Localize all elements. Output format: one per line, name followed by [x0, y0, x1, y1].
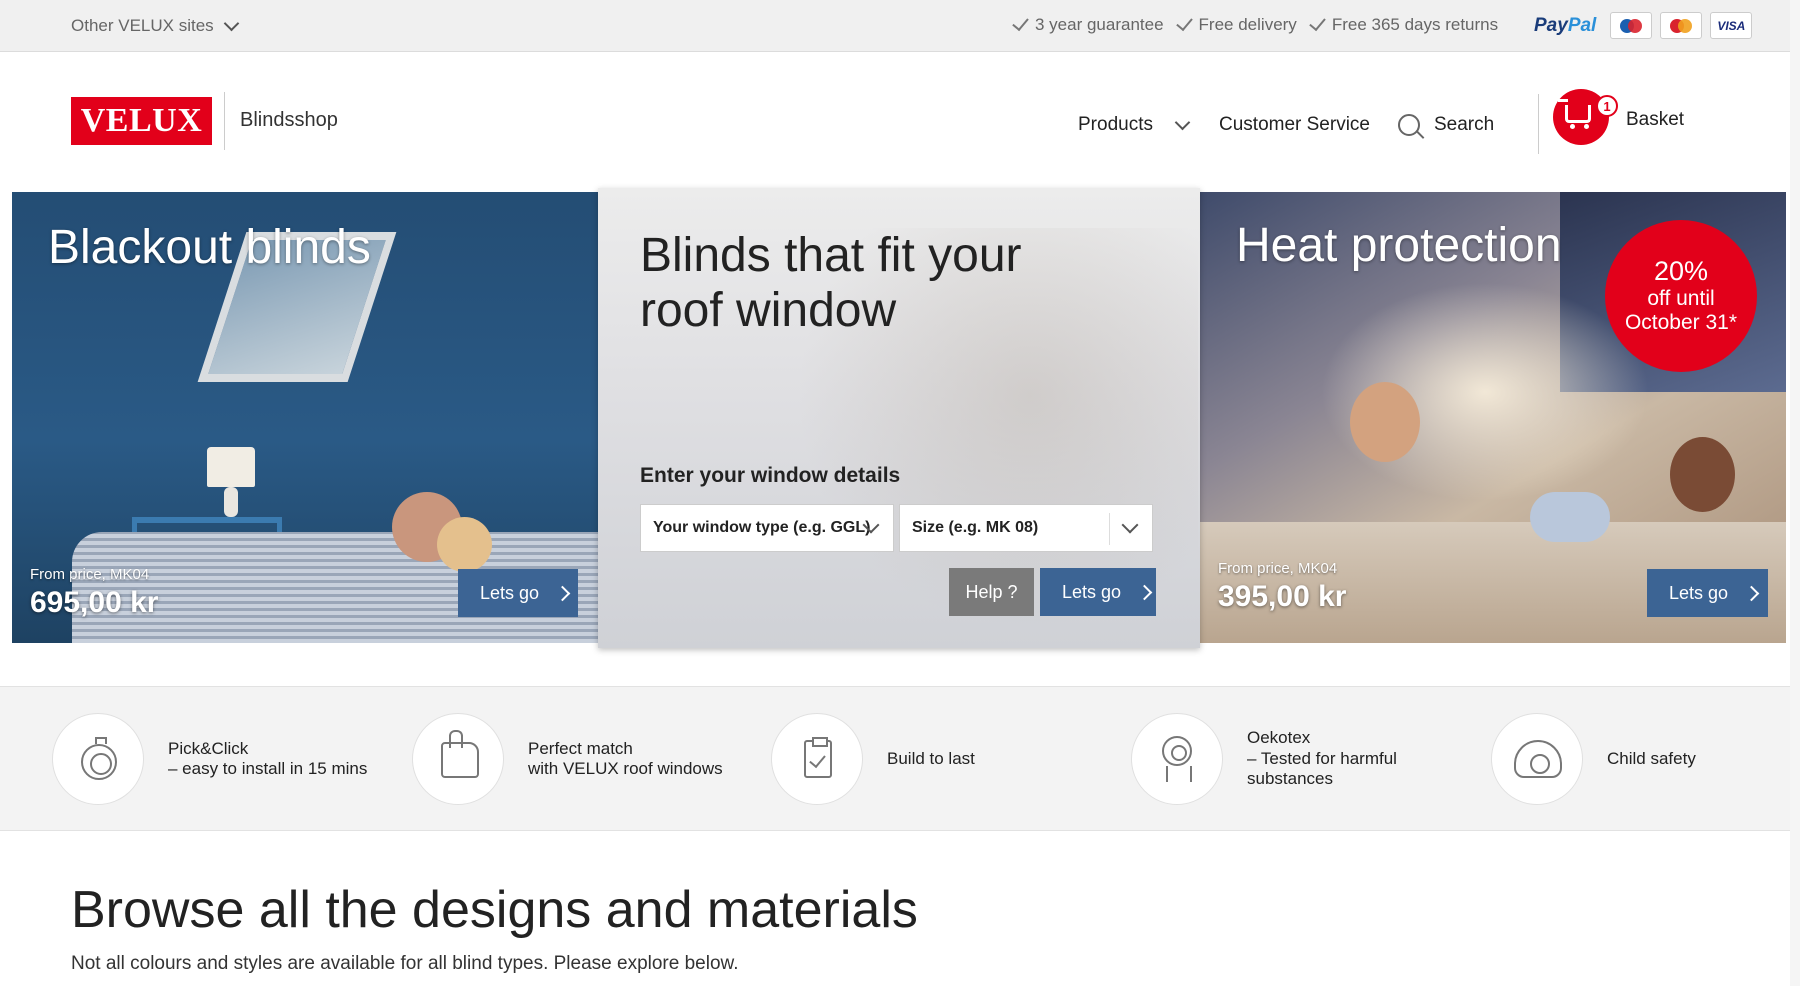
cart-icon [1558, 99, 1591, 129]
browse-subtitle: Not all colours and styles are available… [71, 953, 739, 974]
living-room-photo-mother [1350, 382, 1420, 462]
select-divider [1109, 513, 1110, 545]
feature-line: substances [1247, 769, 1333, 789]
chevron-down-icon [223, 15, 239, 31]
usp-label: Free delivery [1198, 15, 1297, 34]
chevron-right-icon [1136, 584, 1153, 600]
thumbs-up-icon [441, 730, 479, 778]
other-sites-dropdown[interactable]: Other VELUX sites [71, 15, 239, 36]
basket-divider [1538, 94, 1539, 154]
feature-line: Perfect match [528, 738, 633, 758]
award-icon [1162, 736, 1192, 782]
payment-methods: Pay Pal VISA [1534, 12, 1753, 39]
checkmark-icon [1012, 13, 1029, 32]
feature-child-safety: Child safety [1491, 713, 1696, 805]
heat-price-label: From price, MK04 [1218, 560, 1338, 577]
nav-search-label: Search [1434, 114, 1495, 135]
child-icon [1514, 740, 1562, 778]
blackout-price-label: From price, MK04 [30, 566, 150, 583]
window-size-select[interactable]: Size (e.g. MK 08) [899, 504, 1153, 552]
search-icon [1398, 114, 1420, 136]
window-type-select[interactable]: Your window type (e.g. GGL) [640, 504, 894, 552]
heat-price: 395,00 kr [1218, 580, 1347, 613]
mastercard-icon [1660, 12, 1703, 39]
paypal-logo: Pay Pal [1534, 15, 1596, 37]
nav-products[interactable]: Products [1078, 114, 1191, 136]
feature-line: Child safety [1607, 748, 1696, 768]
window-size-select-value: Size (e.g. MK 08) [912, 519, 1039, 536]
feature-strip: Pick&Click – easy to install in 15 mins … [0, 686, 1800, 831]
visa-card-icon: VISA [1710, 12, 1753, 39]
help-button[interactable]: Help ? [949, 568, 1034, 616]
window-type-select-value: Your window type (e.g. GGL) [653, 519, 871, 536]
window-finder-subtitle: Enter your window details [640, 464, 901, 487]
nav-products-label: Products [1078, 114, 1153, 135]
feature-build-to-last: Build to last [771, 713, 975, 805]
velux-logo[interactable]: VELUX [71, 97, 212, 145]
nav-search[interactable]: Search [1398, 114, 1494, 136]
usp-list: 3 year guarantee Free delivery Free 365 … [1012, 13, 1499, 35]
discount-line2: October 31* [1624, 310, 1738, 334]
blackout-title: Blackout blinds [48, 221, 371, 274]
top-bar: Other VELUX sites 3 year guarantee Free … [0, 0, 1800, 52]
window-finder-lets-go-button[interactable]: Lets go [1040, 568, 1156, 616]
nav-customer-service-label: Customer Service [1219, 114, 1370, 135]
usp-delivery: Free delivery [1175, 13, 1297, 35]
hero-window-finder: Blinds that fit your roof window Enter y… [598, 188, 1200, 648]
logo-divider [224, 92, 225, 150]
basket-label[interactable]: Basket [1626, 109, 1684, 131]
discount-percent: 20% [1653, 256, 1709, 287]
feature-oekotex: Oekotex – Tested for harmful substances [1131, 713, 1397, 805]
lets-go-label: Lets go [480, 582, 540, 603]
bedroom-photo-child [437, 517, 492, 572]
maestro-card-icon [1610, 12, 1653, 39]
lets-go-label: Lets go [1669, 582, 1729, 603]
site-header: VELUX Blindsshop Products Customer Servi… [0, 52, 1800, 192]
blackout-lets-go-button[interactable]: Lets go [458, 569, 578, 617]
hero-blackout-blinds[interactable]: Blackout blinds From price, MK04 695,00 … [12, 192, 598, 643]
discount-badge: 20% off until October 31* [1605, 220, 1757, 372]
stopwatch-icon [81, 737, 117, 780]
living-room-photo-baby [1530, 492, 1610, 542]
basket-count-badge: 1 [1596, 95, 1618, 117]
chevron-right-icon [554, 585, 571, 601]
paypal-logo-pay: Pay [1534, 14, 1568, 36]
clipboard-check-icon [804, 737, 832, 778]
feature-line: Build to last [887, 748, 975, 768]
lets-go-label: Lets go [1062, 581, 1122, 602]
checkmark-icon [1175, 13, 1193, 32]
chevron-down-icon [1121, 516, 1139, 534]
usp-label: Free 365 days returns [1331, 15, 1499, 34]
heat-lets-go-button[interactable]: Lets go [1647, 569, 1768, 617]
discount-line1: off until [1647, 286, 1715, 310]
feature-line: – easy to install in 15 mins [168, 759, 368, 778]
chevron-right-icon [1743, 585, 1760, 601]
bedroom-photo-lamp [207, 447, 255, 487]
browse-title: Browse all the designs and materials [71, 881, 918, 939]
living-room-photo-father [1670, 437, 1735, 512]
heat-title: Heat protection [1236, 219, 1562, 272]
shop-name: Blindsshop [240, 109, 338, 131]
feature-line: with VELUX roof windows [528, 759, 723, 778]
feature-line: Pick&Click [168, 738, 249, 758]
nav-customer-service[interactable]: Customer Service [1219, 114, 1370, 136]
feature-line: Oekotex [1247, 728, 1311, 748]
chevron-down-icon [1174, 114, 1191, 130]
blackout-price: 695,00 kr [30, 586, 159, 619]
usp-label: 3 year guarantee [1035, 15, 1164, 34]
paypal-logo-pal: Pal [1567, 14, 1597, 36]
feature-pick-click: Pick&Click – easy to install in 15 mins [52, 713, 367, 805]
page-scrollbar[interactable] [1790, 0, 1800, 986]
window-finder-title: Blinds that fit your roof window [640, 229, 1022, 338]
checkmark-icon [1309, 13, 1326, 32]
feature-line: – Tested for harmful [1247, 748, 1397, 768]
other-sites-label: Other VELUX sites [71, 16, 214, 35]
usp-returns: Free 365 days returns [1309, 13, 1499, 35]
hero-heat-protection[interactable]: Heat protection 20% off until October 31… [1200, 192, 1786, 643]
feature-perfect-match: Perfect match with VELUX roof windows [412, 713, 723, 805]
usp-guarantee: 3 year guarantee [1012, 13, 1164, 35]
